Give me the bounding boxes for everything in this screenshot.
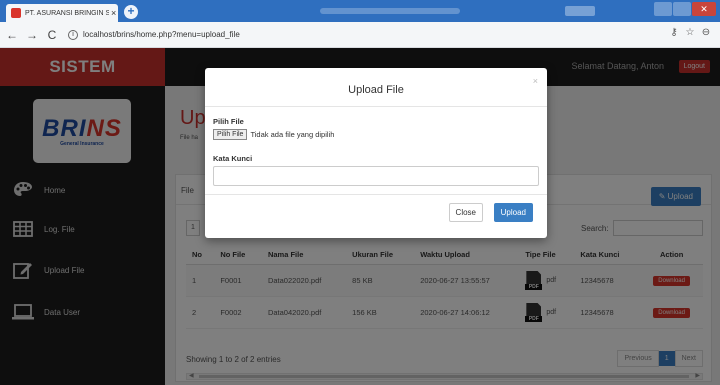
window-close-button[interactable]: ✕ bbox=[692, 2, 716, 16]
modal-title: Upload File bbox=[348, 84, 404, 96]
minimize-button[interactable] bbox=[654, 2, 672, 16]
account-icon[interactable]: ⊖ bbox=[698, 27, 714, 38]
key-icon[interactable]: ⚷ bbox=[666, 27, 682, 38]
browser-tabbar: PT. ASURANSI BRINGIN SEJAHTE × + ✕ bbox=[0, 0, 720, 22]
forward-icon[interactable]: → bbox=[24, 28, 40, 42]
modal-close-icon[interactable]: × bbox=[533, 76, 538, 86]
favicon-icon bbox=[11, 8, 21, 18]
info-icon[interactable]: i bbox=[68, 29, 78, 40]
keyword-input[interactable] bbox=[213, 166, 539, 186]
address-bar: ← → C i localhost/brins/home.php?menu=up… bbox=[0, 22, 720, 48]
url-field[interactable]: i localhost/brins/home.php?menu=upload_f… bbox=[68, 29, 240, 40]
modal-upload-button[interactable]: Upload bbox=[493, 203, 533, 222]
titlebar-blur-badge bbox=[565, 6, 595, 16]
tab-title: PT. ASURANSI BRINGIN SEJAHTE bbox=[25, 9, 109, 17]
browser-tab[interactable]: PT. ASURANSI BRINGIN SEJAHTE × bbox=[6, 4, 118, 22]
modal-header-divider bbox=[205, 106, 547, 107]
choose-file-button[interactable]: Pilih File bbox=[213, 129, 248, 140]
tab-close-icon[interactable]: × bbox=[111, 8, 116, 18]
keyword-label: Kata Kunci bbox=[213, 154, 253, 163]
url-text: localhost/brins/home.php?menu=upload_fil… bbox=[83, 30, 240, 39]
close-button[interactable]: Close bbox=[448, 203, 483, 222]
modal-footer-divider bbox=[205, 194, 547, 195]
file-status: Tidak ada file yang dipilih bbox=[250, 130, 335, 139]
new-tab-button[interactable]: + bbox=[124, 5, 138, 19]
titlebar-blur bbox=[320, 8, 460, 14]
file-label: Pilih File bbox=[213, 117, 244, 126]
back-icon[interactable]: ← bbox=[4, 28, 20, 42]
maximize-button[interactable] bbox=[673, 2, 691, 16]
reload-icon[interactable]: C bbox=[44, 28, 60, 42]
star-icon[interactable]: ☆ bbox=[682, 27, 698, 38]
upload-modal: Upload File × Pilih File Pilih File Tida… bbox=[205, 68, 547, 238]
file-input: Pilih File Tidak ada file yang dipilih bbox=[213, 129, 334, 140]
window-controls: ✕ bbox=[653, 2, 716, 16]
address-icons: ⚷ ☆ ⊖ bbox=[666, 27, 714, 38]
